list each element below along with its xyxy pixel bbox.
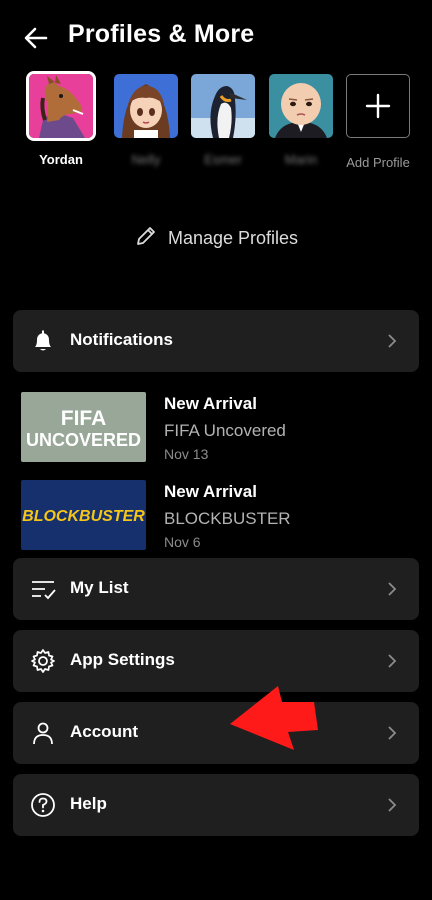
notifications-row[interactable]: Notifications (13, 310, 419, 372)
profile-list: Yordan Nelly Esmer Marin Add Profile (0, 74, 432, 194)
blockbuster-thumbnail: BLOCKBUSTER (21, 480, 146, 550)
fifa-uncovered-thumbnail: FIFA UNCOVERED (21, 392, 146, 462)
horse-avatar-icon (29, 74, 93, 138)
notification-item[interactable]: FIFA UNCOVERED New Arrival FIFA Uncovere… (21, 392, 421, 464)
chevron-right-icon (388, 582, 397, 596)
page-title: Profiles & More (68, 20, 255, 48)
add-profile-button[interactable]: Add Profile (342, 74, 414, 172)
plus-icon (365, 93, 391, 119)
thumb-text: UNCOVERED (26, 430, 141, 450)
profile-avatar[interactable] (29, 74, 93, 138)
profile-item-2[interactable]: Nelly (110, 74, 182, 167)
pencil-icon (137, 227, 155, 245)
app-settings-label: App Settings (70, 650, 175, 669)
help-label: Help (70, 794, 107, 813)
notification-date: Nov 13 (164, 446, 209, 462)
help-row[interactable]: Help (13, 774, 419, 836)
list-check-icon (32, 581, 56, 600)
notification-thumbnail: BLOCKBUSTER (21, 480, 146, 550)
manage-profiles-button[interactable]: Manage Profiles (0, 224, 432, 249)
notification-title: New Arrival (164, 482, 257, 501)
gear-icon (31, 649, 55, 673)
thumb-text: BLOCKBUSTER (22, 508, 145, 525)
baby-boss-avatar-icon (269, 74, 333, 138)
thumb-text: FIFA (61, 407, 107, 430)
question-circle-icon (31, 793, 55, 817)
manage-profiles-label: Manage Profiles (167, 228, 299, 248)
profile-item-4[interactable]: Marin (265, 74, 337, 167)
profile-name: Esmer (204, 152, 242, 167)
add-profile-box[interactable] (346, 74, 410, 138)
profile-name: Marin (284, 152, 318, 167)
profile-name: Yordan (39, 152, 83, 167)
notifications-label: Notifications (70, 330, 173, 349)
profile-item-yordan[interactable]: Yordan (25, 74, 97, 167)
app-settings-row[interactable]: App Settings (13, 630, 419, 692)
chevron-right-icon (388, 654, 397, 668)
notification-show: FIFA Uncovered (164, 421, 286, 440)
account-row[interactable]: Account (13, 702, 419, 764)
penguin-avatar-icon (191, 74, 255, 138)
profile-avatar[interactable] (269, 74, 333, 138)
chevron-right-icon (388, 334, 397, 348)
profile-name: Nelly (131, 152, 161, 167)
notification-item[interactable]: BLOCKBUSTER New Arrival BLOCKBUSTER Nov … (21, 480, 421, 552)
notification-title: New Arrival (164, 394, 257, 413)
add-profile-label: Add Profile (346, 155, 410, 170)
header: Profiles & More (0, 0, 432, 70)
my-list-label: My List (70, 578, 129, 597)
profile-item-3[interactable]: Esmer (187, 74, 259, 167)
person-icon (33, 722, 53, 745)
chevron-right-icon (388, 726, 397, 740)
notification-show: BLOCKBUSTER (164, 509, 291, 528)
notification-date: Nov 6 (164, 534, 201, 550)
annotation-arrow-icon (230, 686, 318, 750)
back-arrow-icon[interactable] (22, 24, 50, 52)
anime-girl-avatar-icon (114, 74, 178, 138)
chevron-right-icon (388, 798, 397, 812)
bell-icon (35, 330, 51, 351)
profile-avatar[interactable] (191, 74, 255, 138)
profile-avatar[interactable] (114, 74, 178, 138)
account-label: Account (70, 722, 138, 741)
my-list-row[interactable]: My List (13, 558, 419, 620)
notification-thumbnail: FIFA UNCOVERED (21, 392, 146, 462)
